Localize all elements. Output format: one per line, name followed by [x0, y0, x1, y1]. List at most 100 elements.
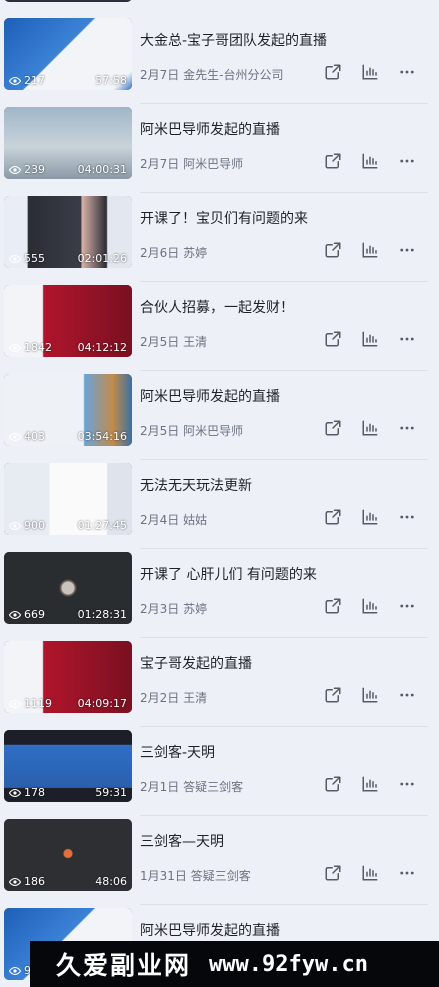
bar-chart-icon[interactable] — [360, 240, 380, 260]
share-icon[interactable] — [323, 240, 343, 260]
replay-meta: 2月5日 阿米巴导师 — [140, 422, 243, 439]
share-icon[interactable] — [323, 418, 343, 438]
replay-item[interactable]: 239 04:00:31 阿米巴导师发起的直播 2月7日 阿米巴导师 — [0, 104, 439, 193]
eye-icon — [9, 253, 21, 265]
more-icon[interactable] — [397, 685, 417, 705]
view-count: 900 — [9, 519, 45, 532]
more-icon[interactable] — [397, 418, 417, 438]
bar-chart-icon[interactable] — [360, 774, 380, 794]
share-icon[interactable] — [323, 62, 343, 82]
watermark-banner: 久爱副业网 www.92fyw.cn — [30, 941, 439, 987]
eye-icon — [9, 520, 21, 532]
replay-item[interactable]: 1119 04:09:17 宝子哥发起的直播 2月2日 王清 — [0, 638, 439, 727]
replay-meta: 2月7日 阿米巴导师 — [140, 155, 243, 172]
video-thumbnail[interactable]: 239 04:00:31 — [4, 107, 132, 179]
item-actions — [323, 774, 417, 794]
share-icon[interactable] — [323, 774, 343, 794]
eye-icon — [9, 787, 21, 799]
video-thumbnail[interactable]: 217 57:58 — [4, 18, 132, 90]
view-count-text: 900 — [24, 519, 45, 532]
video-duration: 04:09:17 — [77, 697, 127, 710]
more-icon[interactable] — [397, 151, 417, 171]
replay-item[interactable]: 669 01:28:31 开课了 心肝儿们 有问题的来 2月3日 苏婷 — [0, 549, 439, 638]
replay-meta: 1月31日 答疑三剑客 — [140, 867, 251, 884]
video-thumbnail[interactable]: 900 01:27:45 — [4, 463, 132, 535]
replay-item[interactable]: 1842 04:12:12 合伙人招募，一起发财！ 2月5日 王清 — [0, 282, 439, 371]
replay-title[interactable]: 阿米巴导师发起的直播 — [140, 920, 280, 940]
replay-meta: 2月2日 王清 — [140, 689, 207, 706]
video-thumbnail[interactable]: 178 59:31 — [4, 730, 132, 802]
eye-icon — [9, 876, 21, 888]
video-thumbnail[interactable]: 1119 04:09:17 — [4, 641, 132, 713]
video-duration: 02:01:26 — [77, 252, 127, 265]
video-thumbnail[interactable]: 186 48:06 — [4, 819, 132, 891]
replay-title[interactable]: 阿米巴导师发起的直播 — [140, 119, 280, 139]
video-duration: 59:31 — [95, 786, 127, 799]
replay-title[interactable]: 开课了 心肝儿们 有问题的来 — [140, 564, 317, 584]
more-icon[interactable] — [397, 596, 417, 616]
item-actions — [323, 863, 417, 883]
view-count: 1119 — [9, 697, 52, 710]
replay-title[interactable]: 三剑客—天明 — [140, 831, 224, 851]
replay-date: 2月5日 — [140, 424, 180, 438]
video-duration: 01:27:45 — [77, 519, 127, 532]
replay-item[interactable]: 403 03:54:16 阿米巴导师发起的直播 2月5日 阿米巴导师 — [0, 371, 439, 460]
share-icon[interactable] — [323, 329, 343, 349]
replay-item[interactable]: 555 02:01:26 开课了！宝贝们有问题的来 2月6日 苏婷 — [0, 193, 439, 282]
video-thumbnail[interactable]: 403 03:54:16 — [4, 374, 132, 446]
replay-item[interactable]: 900 01:27:45 无法无天玩法更新 2月4日 姑姑 — [0, 460, 439, 549]
view-count-text: 403 — [24, 430, 45, 443]
bar-chart-icon[interactable] — [360, 418, 380, 438]
replay-item[interactable]: 178 59:31 三剑客-天明 2月1日 答疑三剑客 — [0, 727, 439, 816]
more-icon[interactable] — [397, 507, 417, 527]
more-icon[interactable] — [397, 863, 417, 883]
video-thumbnail[interactable]: 669 01:28:31 — [4, 552, 132, 624]
bar-chart-icon[interactable] — [360, 151, 380, 171]
video-duration: 04:00:31 — [77, 163, 127, 176]
replay-meta: 2月4日 姑姑 — [140, 511, 207, 528]
bar-chart-icon[interactable] — [360, 863, 380, 883]
replay-title[interactable]: 大金总-宝子哥团队发起的直播 — [140, 30, 327, 50]
bar-chart-icon[interactable] — [360, 329, 380, 349]
video-thumbnail[interactable]: 555 02:01:26 — [4, 196, 132, 268]
replay-title[interactable]: 开课了！宝贝们有问题的来 — [140, 208, 308, 228]
replay-author: 苏婷 — [183, 602, 208, 616]
video-thumbnail[interactable]: 1842 04:12:12 — [4, 285, 132, 357]
item-actions — [323, 329, 417, 349]
replay-title[interactable]: 阿米巴导师发起的直播 — [140, 386, 280, 406]
more-icon[interactable] — [397, 774, 417, 794]
video-duration: 48:06 — [95, 875, 127, 888]
share-icon[interactable] — [323, 596, 343, 616]
more-icon[interactable] — [397, 329, 417, 349]
replay-author: 阿米巴导师 — [183, 424, 244, 438]
replay-item[interactable]: 186 48:06 三剑客—天明 1月31日 答疑三剑客 — [0, 816, 439, 905]
view-count: 555 — [9, 252, 45, 265]
replay-title[interactable]: 宝子哥发起的直播 — [140, 653, 252, 673]
replay-date: 2月7日 — [140, 157, 180, 171]
bar-chart-icon[interactable] — [360, 507, 380, 527]
eye-icon — [9, 431, 21, 443]
item-actions — [323, 62, 417, 82]
view-count: 217 — [9, 74, 45, 87]
share-icon[interactable] — [323, 685, 343, 705]
replay-title[interactable]: 无法无天玩法更新 — [140, 475, 252, 495]
more-icon[interactable] — [397, 240, 417, 260]
share-icon[interactable] — [323, 507, 343, 527]
replay-title[interactable]: 三剑客-天明 — [140, 742, 215, 762]
more-icon[interactable] — [397, 62, 417, 82]
replay-date: 2月6日 — [140, 246, 180, 260]
view-count-text: 217 — [24, 74, 45, 87]
view-count-text: 186 — [24, 875, 45, 888]
bar-chart-icon[interactable] — [360, 596, 380, 616]
replay-title[interactable]: 合伙人招募，一起发财！ — [140, 297, 294, 317]
view-count-text: 555 — [24, 252, 45, 265]
replay-date: 2月2日 — [140, 691, 180, 705]
eye-icon — [9, 698, 21, 710]
share-icon[interactable] — [323, 151, 343, 171]
bar-chart-icon[interactable] — [360, 62, 380, 82]
bar-chart-icon[interactable] — [360, 685, 380, 705]
replay-item[interactable]: 217 57:58 大金总-宝子哥团队发起的直播 2月7日 金先生-台州分公司 — [0, 15, 439, 104]
watermark-text: 久爱副业网 — [56, 951, 192, 980]
view-count: 239 — [9, 163, 45, 176]
share-icon[interactable] — [323, 863, 343, 883]
